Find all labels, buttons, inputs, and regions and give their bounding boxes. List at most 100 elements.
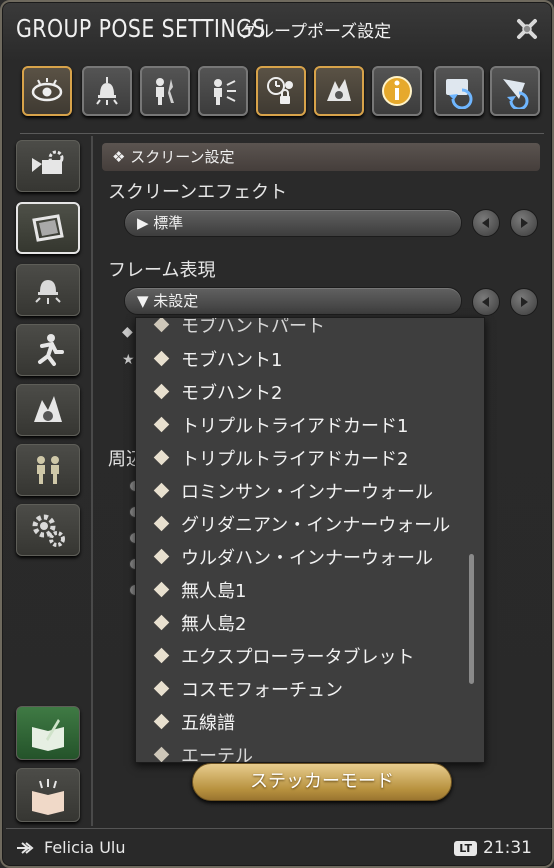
list-item[interactable]: ウルダハン・インナーウォール [153, 540, 433, 573]
eye-icon [31, 78, 63, 102]
diamond-bullet-icon [153, 416, 170, 433]
frame-dropdown[interactable]: ▼ 未設定 [124, 287, 462, 315]
toolbar-character-light-button[interactable] [198, 66, 248, 116]
undo-camera-icon [446, 79, 473, 109]
list-item[interactable]: 無人島1 [153, 573, 247, 606]
toolbar-info-button[interactable] [372, 66, 422, 116]
diamond-bullet-icon [153, 746, 170, 762]
list-item[interactable]: モブハント1 [153, 342, 283, 375]
gears-icon [32, 514, 65, 547]
list-item-label: 無人島2 [181, 613, 247, 635]
frame-dropdown-list: モブハントパート モブハント1 モブハント2 トリプルトライアドカード1 トリプ… [135, 317, 485, 763]
list-item[interactable]: トリプルトライアドカード1 [153, 408, 409, 441]
sidebar-item-screen[interactable] [16, 202, 80, 254]
lt-badge: LT [454, 840, 477, 856]
toolbar-reset-rotation-button[interactable] [490, 66, 540, 116]
sticker-book-button[interactable] [16, 768, 80, 822]
title-bar: GROUP POSE SETTINGS グループポーズ設定 [16, 14, 391, 54]
list-item-label: トリプルトライアドカード1 [181, 415, 409, 437]
toolbar-divider [20, 133, 544, 134]
list-item[interactable]: モブハント2 [153, 375, 282, 408]
toolbar-effect-button[interactable] [314, 66, 364, 116]
info-icon [382, 76, 412, 106]
sidebar-item-lighting[interactable] [16, 264, 80, 316]
screen-effect-label: スクリーンエフェクト [108, 182, 288, 203]
screen-effect-dropdown[interactable]: ▶ 標準 [124, 209, 462, 237]
character-light-icon [214, 79, 236, 105]
diamond-bullet-icon [153, 548, 170, 565]
diamond-bullet-icon [153, 350, 170, 367]
surrounding-label: 周辺 [108, 449, 135, 470]
list-item[interactable]: ロミンサン・インナーウォール [153, 474, 433, 507]
list-item-label: エクスプローラータブレット [181, 646, 415, 668]
toolbar-view-button[interactable] [22, 66, 72, 116]
list-item[interactable]: 五線譜 [153, 705, 235, 738]
diamond-bullet-icon [153, 318, 170, 333]
toolbar-time-button[interactable] [256, 66, 306, 116]
frame-next-button[interactable] [510, 288, 538, 316]
clock-time: 21:31 [483, 838, 532, 858]
dropdown-scrollbar[interactable] [469, 554, 474, 684]
screen-effect-prev-button[interactable] [472, 209, 500, 237]
sidebar-item-effects[interactable] [16, 384, 80, 436]
list-item-label: ロミンサン・インナーウォール [181, 481, 433, 503]
frame-label: フレーム表現 [108, 260, 216, 281]
list-item[interactable]: モブハントパート [153, 318, 325, 341]
journal-button[interactable] [16, 706, 80, 760]
lamp-icon [35, 280, 61, 304]
diamond-bullet-icon [153, 383, 170, 400]
diamond-bullet-icon [153, 713, 170, 730]
running-figure-icon [38, 334, 64, 366]
list-item-label: エーテル [181, 745, 253, 763]
footer-divider [6, 828, 552, 829]
list-item-label: モブハント1 [181, 349, 283, 371]
list-item-label: 無人島1 [181, 580, 247, 602]
frame-prev-button[interactable] [472, 288, 500, 316]
hidden-star-marker: ★ [122, 352, 135, 368]
diamond-bullet-icon [153, 515, 170, 532]
diamond-bullet-icon [153, 482, 170, 499]
book-icon [32, 779, 64, 815]
sidebar-item-camera[interactable] [16, 140, 80, 192]
footer-clock: LT 21:31 [454, 838, 532, 858]
toolbar-reset-camera-button[interactable] [434, 66, 484, 116]
close-icon [517, 19, 537, 39]
footer-player: Felicia Ulu [16, 838, 126, 857]
list-item[interactable]: エーテル [153, 738, 253, 763]
window-title: GROUP POSE SETTINGS [16, 14, 266, 43]
hidden-diamond-marker: ◆ [122, 324, 133, 340]
list-item[interactable]: 無人島2 [153, 606, 247, 639]
book-quill-icon [32, 719, 64, 751]
sidebar-item-motion[interactable] [16, 324, 80, 376]
list-item[interactable]: グリダニアン・インナーウォール [153, 507, 451, 540]
diamond-bullet-icon [153, 680, 170, 697]
screen-frame-icon [32, 214, 64, 242]
list-item[interactable]: トリプルトライアドカード2 [153, 441, 408, 474]
sticker-mode-button[interactable]: ステッカーモード [192, 763, 452, 801]
diamond-bullet-icon [153, 581, 170, 598]
diamond-bullet-icon [153, 449, 170, 466]
close-button[interactable] [510, 12, 544, 46]
player-name: Felicia Ulu [44, 838, 126, 857]
lamp-icon [96, 77, 118, 105]
screen-settings-header: ❖ スクリーン設定 [102, 143, 540, 171]
list-item[interactable]: コスモフォーチュン [153, 672, 343, 705]
list-item-label: コスモフォーチュン [181, 679, 343, 701]
sidebar-item-group[interactable] [16, 444, 80, 496]
arrow-right-icon [17, 841, 34, 854]
list-item[interactable]: エクスプローラータブレット [153, 639, 415, 672]
triangle-left-icon [482, 218, 489, 228]
two-characters-icon [37, 456, 59, 484]
diamond-bullet-icon [153, 647, 170, 664]
sidebar-item-settings[interactable] [16, 504, 80, 556]
screen-effect-next-button[interactable] [510, 209, 538, 237]
triangle-right-icon [521, 297, 528, 307]
camera-settings-icon [32, 150, 64, 174]
effect-icon [34, 396, 62, 422]
toolbar-lighting-button[interactable] [82, 66, 132, 116]
clock-sun-icon [267, 77, 293, 104]
triangle-right-icon [521, 218, 528, 228]
list-item-label: 五線譜 [181, 712, 235, 734]
toolbar-character-button[interactable] [140, 66, 190, 116]
list-item-label: グリダニアン・インナーウォール [181, 514, 451, 536]
